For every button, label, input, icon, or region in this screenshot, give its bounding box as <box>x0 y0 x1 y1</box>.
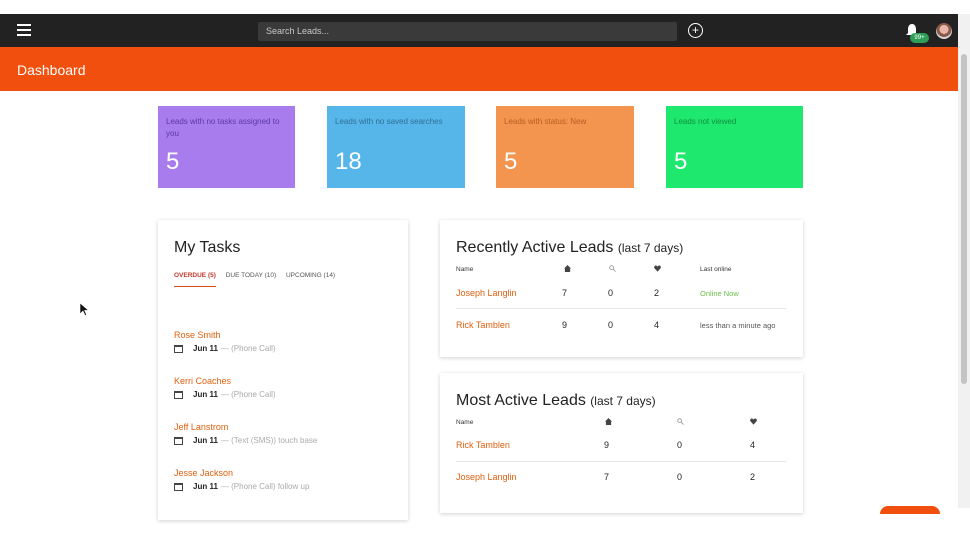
home-icon <box>605 418 612 425</box>
task-date: Jun 11 <box>193 390 218 399</box>
tab-due-today[interactable]: DUE TODAY (10) <box>226 272 276 279</box>
lead-name-link[interactable]: Rick Tamblen <box>456 320 510 330</box>
task-lead-link[interactable]: Jeff Lanstrom <box>174 422 317 432</box>
searches-count: 0 <box>677 440 683 450</box>
panel-title: Most Active Leads (last 7 days) <box>456 392 656 410</box>
stat-card-status-new[interactable]: Leads with status: New 5 <box>496 106 634 188</box>
task-item: Jeff Lanstrom Jun 11 — (Text (SMS)) touc… <box>174 422 317 445</box>
search-input[interactable] <box>258 22 677 41</box>
column-header-name: Name <box>456 266 474 273</box>
row-divider <box>456 461 786 462</box>
heart-icon <box>750 418 757 425</box>
stat-card-not-viewed[interactable]: Leads not viewed 5 <box>666 106 803 188</box>
column-header-name: Name <box>456 419 474 426</box>
top-navbar: + 99+ <box>0 14 958 47</box>
panel-title-suffix: (last 7 days) <box>590 394 656 408</box>
tab-overdue[interactable]: OVERDUE (5) <box>174 272 216 287</box>
stat-label: Leads with status: New <box>504 117 587 126</box>
hamburger-icon[interactable] <box>17 24 31 36</box>
stat-label: Leads with no saved searches <box>335 117 443 126</box>
searches-count: 0 <box>608 288 614 298</box>
stat-value: 5 <box>504 148 518 175</box>
views-count: 9 <box>562 320 568 330</box>
task-item: Jesse Jackson Jun 11 — (Phone Call) foll… <box>174 468 309 491</box>
task-lead-link[interactable]: Jesse Jackson <box>174 468 309 478</box>
lead-name-link[interactable]: Joseph Langlin <box>456 288 517 298</box>
avatar[interactable] <box>936 23 952 39</box>
lead-name-link[interactable]: Joseph Langlin <box>456 472 517 482</box>
last-online-status: less than a minute ago <box>700 321 776 330</box>
column-header-last-online: Last online <box>700 266 732 273</box>
calendar-icon <box>174 482 183 491</box>
stat-card-no-searches[interactable]: Leads with no saved searches 18 <box>327 106 465 188</box>
lead-name-link[interactable]: Rick Tamblen <box>456 440 510 450</box>
mouse-cursor-icon <box>80 303 89 316</box>
task-date: Jun 11 <box>193 436 218 445</box>
calendar-icon <box>174 436 183 445</box>
search-icon <box>677 418 684 425</box>
row-divider <box>456 308 786 309</box>
task-item: Kerri Coaches Jun 11 — (Phone Call) <box>174 376 276 399</box>
panel-title: Recently Active Leads (last 7 days) <box>456 239 683 257</box>
favorites-count: 2 <box>750 472 756 482</box>
favorites-count: 4 <box>750 440 756 450</box>
stat-label: Leads not viewed <box>674 117 737 126</box>
searches-count: 0 <box>608 320 614 330</box>
stat-label: Leads with no tasks assigned to you <box>166 117 280 138</box>
favorites-count: 2 <box>654 288 660 298</box>
task-lead-link[interactable]: Rose Smith <box>174 330 276 340</box>
recently-active-leads-panel: Recently Active Leads (last 7 days) Name… <box>440 220 803 357</box>
task-date: Jun 11 <box>193 482 218 491</box>
views-count: 9 <box>604 440 610 450</box>
header-bar: Dashboard <box>0 47 958 91</box>
searches-count: 0 <box>677 472 683 482</box>
search-icon <box>609 265 616 272</box>
task-tabs: OVERDUE (5) DUE TODAY (10) UPCOMING (14) <box>174 272 343 287</box>
page-title: Dashboard <box>17 62 86 78</box>
task-detail: — (Phone Call) follow up <box>220 482 310 491</box>
views-count: 7 <box>604 472 610 482</box>
my-tasks-panel: My Tasks OVERDUE (5) DUE TODAY (10) UPCO… <box>158 220 408 520</box>
tab-upcoming[interactable]: UPCOMING (14) <box>286 272 335 279</box>
panel-title-suffix: (last 7 days) <box>617 241 684 255</box>
stat-value: 5 <box>166 148 180 175</box>
favorites-count: 4 <box>654 320 660 330</box>
scrollbar[interactable] <box>958 14 970 508</box>
scrollbar-thumb[interactable] <box>961 54 967 384</box>
views-count: 7 <box>562 288 568 298</box>
task-detail: — (Text (SMS)) touch base <box>220 436 318 445</box>
task-lead-link[interactable]: Kerri Coaches <box>174 376 276 386</box>
task-item: Rose Smith Jun 11 — (Phone Call) <box>174 330 276 353</box>
floating-action-button[interactable] <box>880 506 940 514</box>
notification-badge: 99+ <box>910 33 929 43</box>
panel-title-text: Recently Active Leads <box>456 239 614 256</box>
stat-value: 5 <box>674 148 688 175</box>
calendar-icon <box>174 390 183 399</box>
calendar-icon <box>174 344 183 353</box>
task-detail: — (Phone Call) <box>220 390 276 399</box>
task-date: Jun 11 <box>193 344 218 353</box>
stat-card-no-tasks[interactable]: Leads with no tasks assigned to you 5 <box>158 106 295 188</box>
home-icon <box>564 265 571 272</box>
heart-icon <box>654 265 661 272</box>
task-detail: — (Phone Call) <box>220 344 276 353</box>
stat-value: 18 <box>335 148 362 175</box>
panel-title: My Tasks <box>174 239 241 256</box>
panel-title-text: Most Active Leads <box>456 392 586 409</box>
plus-circle-icon[interactable]: + <box>688 23 703 38</box>
last-online-status: Online Now <box>700 289 739 298</box>
most-active-leads-panel: Most Active Leads (last 7 days) Name Ric… <box>440 373 803 513</box>
